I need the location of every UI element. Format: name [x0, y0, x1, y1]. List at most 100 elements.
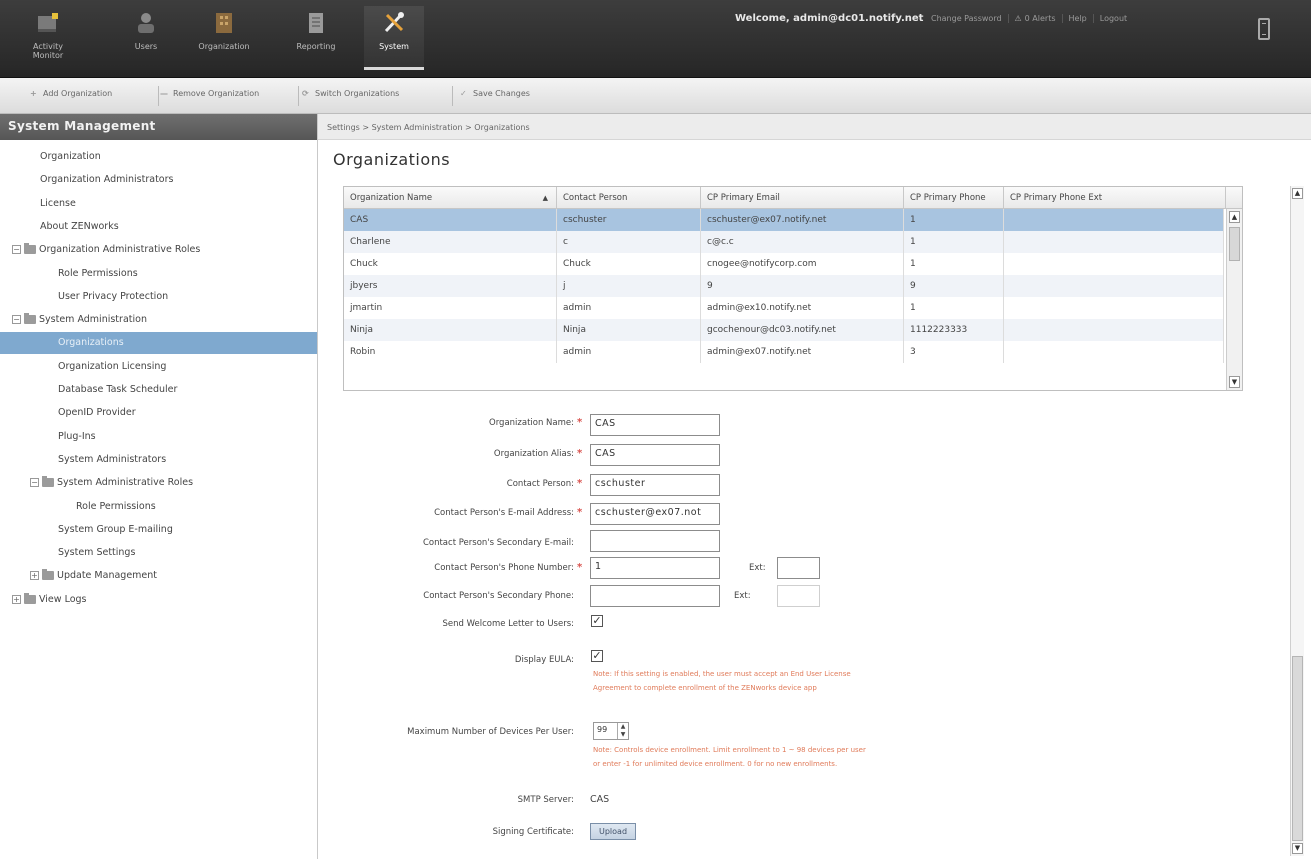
action-toolbar: + Add Organization — Remove Organization ⟳… — [0, 78, 1311, 114]
collapse-icon[interactable]: − — [12, 315, 21, 325]
table-cell: 1 — [904, 253, 1004, 275]
table-cell: 3 — [904, 341, 1004, 363]
required-marker: * — [577, 448, 583, 459]
phone-number-input[interactable]: 1 — [590, 557, 720, 579]
collapse-icon[interactable]: − — [30, 478, 39, 488]
table-header: Organization Name ▲ Contact Person CP Pri… — [344, 187, 1242, 209]
scroll-thumb[interactable] — [1229, 227, 1240, 261]
breadcrumb: Settings > System Administration > Organ… — [318, 114, 1311, 140]
scroll-down-icon[interactable]: ▼ — [1292, 843, 1303, 854]
phone-ext-input[interactable] — [777, 557, 820, 579]
sidebar-item-organization[interactable]: Organization — [0, 146, 317, 168]
nav-organization[interactable]: Organization — [194, 6, 254, 70]
secondary-phone-ext-input[interactable] — [777, 585, 820, 607]
sidebar-item-label: User Privacy Protection — [58, 290, 169, 302]
scroll-up-icon[interactable]: ▲ — [1229, 211, 1240, 223]
sidebar-item-about-zenworks[interactable]: About ZENworks — [0, 216, 317, 238]
scroll-up-icon[interactable]: ▲ — [1292, 188, 1303, 199]
max-devices-label: Maximum Number of Devices Per User: — [407, 727, 574, 737]
mobile-device-icon[interactable] — [1258, 18, 1270, 40]
column-header-organization-name[interactable]: Organization Name ▲ — [344, 187, 557, 209]
help-link[interactable]: Help — [1061, 14, 1093, 23]
top-links: Change Password ⚠ 0 Alerts Help Logout — [925, 14, 1133, 23]
table-cell: 1112223333 — [904, 319, 1004, 341]
sidebar-item-update-management[interactable]: + Update Management — [0, 565, 317, 587]
nav-reporting[interactable]: Reporting — [286, 6, 346, 70]
display-eula-checkbox[interactable]: ✓ — [591, 650, 603, 662]
sidebar-item-system-administration[interactable]: − System Administration — [0, 309, 317, 331]
sidebar-item-label: System Administrators — [58, 453, 167, 465]
sidebar-item-organizations[interactable]: Organizations — [0, 332, 317, 355]
email-address-label: Contact Person's E-mail Address: — [434, 508, 574, 518]
expand-icon[interactable]: + — [30, 571, 39, 581]
table-scrollbar[interactable]: ▲ ▼ — [1226, 209, 1242, 390]
secondary-phone-input[interactable] — [590, 585, 720, 607]
column-header-cp-primary-email[interactable]: CP Primary Email — [701, 187, 904, 209]
alerts-link[interactable]: ⚠ 0 Alerts — [1007, 14, 1062, 23]
table-row[interactable]: Chuck Chuck cnogee@notifycorp.com 1 — [344, 253, 1224, 275]
sidebar-item-label: Organization — [40, 151, 101, 162]
contact-person-input[interactable]: cschuster — [590, 474, 720, 496]
save-changes-button[interactable]: ✓ Save Changes — [460, 89, 530, 98]
sidebar-item-organization-administrative-roles[interactable]: − Organization Administrative Roles — [0, 239, 317, 261]
organization-name-input[interactable]: CAS — [590, 414, 720, 436]
sidebar-item-system-settings[interactable]: System Settings — [0, 542, 317, 564]
sidebar-item-label: Database Task Scheduler — [58, 384, 178, 395]
table-row[interactable]: Robin admin admin@ex07.notify.net 3 — [344, 341, 1224, 363]
scroll-down-icon[interactable]: ▼ — [1229, 376, 1240, 388]
column-header-cp-primary-phone[interactable]: CP Primary Phone — [904, 187, 1004, 209]
increment-icon[interactable]: ▲ — [618, 723, 628, 731]
upload-button[interactable]: Upload — [590, 823, 636, 840]
page-scrollbar[interactable]: ▲ ▼ — [1290, 186, 1304, 856]
sidebar-item-organization-administrators[interactable]: Organization Administrators — [0, 169, 317, 191]
welcome-letter-checkbox[interactable]: ✓ — [591, 615, 603, 627]
sidebar-item-system-administrative-roles[interactable]: − System Administrative Roles — [0, 472, 317, 494]
organization-alias-input[interactable]: CAS — [590, 444, 720, 466]
sidebar-item-openid-provider[interactable]: OpenID Provider — [0, 402, 317, 424]
email-address-input[interactable]: cschuster@ex07.not — [590, 503, 720, 525]
stepper-arrows[interactable]: ▲ ▼ — [617, 723, 628, 739]
column-header-contact-person[interactable]: Contact Person — [557, 187, 701, 209]
table-row[interactable]: jbyers j 9 9 — [344, 275, 1224, 297]
organizations-table: Organization Name ▲ Contact Person CP Pri… — [343, 186, 1243, 391]
nav-users[interactable]: Users — [116, 6, 176, 70]
sidebar-item-view-logs[interactable]: + View Logs — [0, 589, 317, 611]
sidebar-item-system-group-e-mailing[interactable]: System Group E-mailing — [0, 519, 317, 541]
table-row[interactable]: CAS cschuster cschuster@ex07.notify.net 1 — [344, 209, 1224, 231]
secondary-phone-label: Contact Person's Secondary Phone: — [423, 591, 574, 601]
sidebar-item-system-administrators[interactable]: System Administrators — [0, 449, 317, 471]
logout-link[interactable]: Logout — [1092, 14, 1133, 23]
sidebar-item-plug-ins[interactable]: Plug-Ins — [0, 426, 317, 448]
sidebar-item-label: License — [40, 197, 76, 209]
phone-number-label: Contact Person's Phone Number: — [434, 563, 574, 573]
folder-icon — [42, 569, 54, 581]
table-row[interactable]: jmartin admin admin@ex10.notify.net 1 — [344, 297, 1224, 319]
table-row[interactable]: Ninja Ninja gcochenour@dc03.notify.net 1112… — [344, 319, 1224, 341]
folder-icon — [24, 313, 36, 325]
nav-system[interactable]: System — [364, 6, 424, 70]
collapse-icon[interactable]: − — [12, 245, 21, 255]
sidebar-item-database-task-scheduler[interactable]: Database Task Scheduler — [0, 379, 317, 401]
sidebar-item-role-permissions[interactable]: Role Permissions — [0, 496, 317, 518]
change-password-link[interactable]: Change Password — [925, 14, 1008, 23]
decrement-icon[interactable]: ▼ — [618, 731, 628, 739]
expand-icon[interactable]: + — [12, 594, 21, 604]
sidebar-item-license[interactable]: License — [0, 193, 317, 215]
sidebar-item-user-privacy-protection[interactable]: User Privacy Protection — [0, 286, 317, 308]
welcome-letter-label: Send Welcome Letter to Users: — [442, 619, 574, 629]
folder-icon — [42, 476, 54, 488]
page-scroll-thumb[interactable] — [1292, 656, 1303, 841]
column-header-cp-primary-phone-ext[interactable]: CP Primary Phone Ext — [1004, 187, 1226, 209]
table-cell: c — [557, 231, 701, 253]
switch-organizations-button[interactable]: ⟳ Switch Organizations — [302, 89, 399, 98]
table-row[interactable]: Charlene c c@c.c 1 — [344, 231, 1224, 253]
eula-note-line-2: Agreement to complete enrollment of the … — [593, 684, 817, 692]
sidebar-item-role-permissions[interactable]: Role Permissions — [0, 263, 317, 285]
remove-organization-button[interactable]: — Remove Organization — [160, 89, 259, 98]
max-devices-stepper[interactable]: 99 ▲ ▼ — [593, 722, 629, 740]
sidebar-item-organization-licensing[interactable]: Organization Licensing — [0, 356, 317, 378]
secondary-email-input[interactable] — [590, 530, 720, 552]
add-organization-button[interactable]: + Add Organization — [30, 89, 112, 98]
nav-activity-monitor[interactable]: Activity Monitor — [18, 6, 78, 70]
sidebar-item-label: System Administration — [39, 314, 147, 326]
